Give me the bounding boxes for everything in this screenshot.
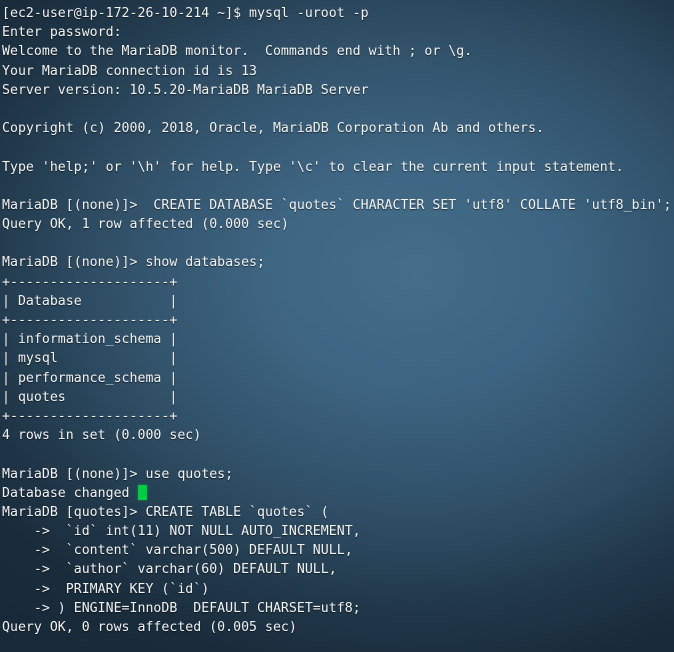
terminal-line-server-version: Server version: 10.5.20-MariaDB MariaDB … [2,82,369,98]
table-border-bottom: +--------------------+ [2,408,178,424]
table-row: | mysql | [2,351,178,367]
terminal-line-use-command: MariaDB [(none)]> use quotes; [2,466,234,482]
terminal-line-column-id: -> `id` int(11) NOT NULL AUTO_INCREMENT, [2,524,361,540]
table-row: | information_schema | [2,332,178,348]
terminal-screen[interactable]: [ec2-user@ip-172-26-10-214 ~]$ mysql -ur… [2,4,674,652]
table-header-row: | Database | [2,293,178,309]
terminal-line-create-table-result: Query OK, 0 rows affected (0.005 sec) [2,620,297,635]
terminal-line-database-changed: Database changed [2,484,674,503]
terminal-line-column-author: -> `author` varchar(60) DEFAULT NULL, [2,562,337,578]
database-changed-text: Database changed [2,485,130,501]
table-border-top: +--------------------+ [2,274,178,290]
terminal-line-password-prompt: Enter password: [2,25,122,41]
terminal-line-shell-prompt: [ec2-user@ip-172-26-10-214 ~]$ mysql -ur… [2,6,369,21]
terminal-line-primary-key: -> PRIMARY KEY (`id`) [2,581,210,597]
terminal-line-copyright: Copyright (c) 2000, 2018, Oracle, MariaD… [2,121,544,137]
terminal-line-welcome: Welcome to the MariaDB monitor. Commands… [2,44,473,60]
text-cursor [137,484,147,500]
terminal-line-row-count: 4 rows in set (0.000 sec) [2,428,202,444]
table-row: | quotes | [2,389,178,405]
terminal-line-create-database-result: Query OK, 1 row affected (0.000 sec) [2,217,289,233]
terminal-line-create-table-command: MariaDB [quotes]> CREATE TABLE `quotes` … [2,504,329,520]
terminal-line-engine-clause: -> ) ENGINE=InnoDB DEFAULT CHARSET=utf8; [2,600,361,616]
terminal-line-help-hint: Type 'help;' or '\h' for help. Type '\c'… [2,159,624,175]
terminal-line-show-databases-command: MariaDB [(none)]> show databases; [2,255,265,271]
terminal-line-connection-id: Your MariaDB connection id is 13 [2,63,258,79]
terminal-line-create-database-command: MariaDB [(none)]> CREATE DATABASE `quote… [2,197,672,213]
terminal-window[interactable]: [ec2-user@ip-172-26-10-214 ~]$ mysql -ur… [0,0,674,652]
terminal-line-column-content: -> `content` varchar(500) DEFAULT NULL, [2,543,353,559]
block-cursor [130,486,138,501]
table-border-mid: +--------------------+ [2,313,178,328]
table-row: | performance_schema | [2,370,178,386]
